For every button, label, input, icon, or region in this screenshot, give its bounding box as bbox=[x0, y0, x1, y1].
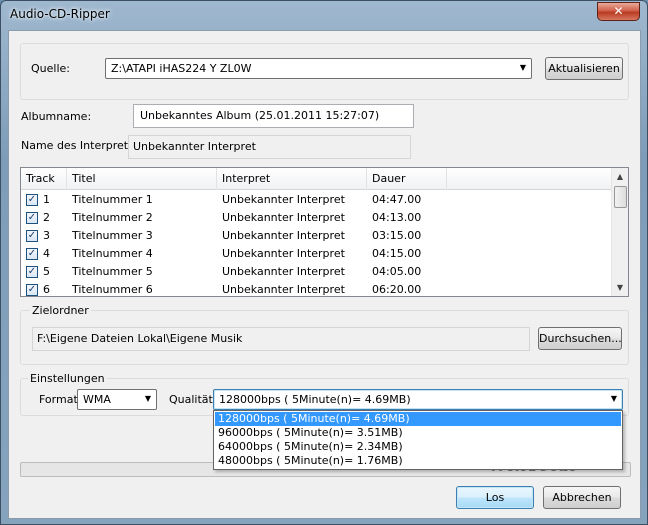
track-duration: 04:13.00 bbox=[372, 211, 422, 224]
chevron-down-icon: ▼ bbox=[610, 394, 617, 403]
quality-option[interactable]: 128000bps ( 5Minute(n)= 4.69MB) bbox=[215, 412, 621, 426]
format-label: Format: bbox=[39, 393, 82, 406]
format-select[interactable]: WMA ▼ bbox=[77, 389, 157, 410]
track-title: Titelnummer 1 bbox=[72, 193, 153, 206]
track-title: Titelnummer 2 bbox=[72, 211, 153, 224]
source-label: Quelle: bbox=[31, 62, 70, 75]
chevron-down-icon: ▼ bbox=[519, 63, 526, 72]
artist-label: Name des Interpreten: bbox=[21, 139, 146, 152]
track-checkbox[interactable]: ✓ bbox=[26, 266, 38, 278]
track-row[interactable]: ✓ 5 Titelnummer 5 Unbekannter Interpret 04:0… bbox=[21, 263, 611, 281]
track-title: Titelnummer 4 bbox=[72, 247, 153, 260]
quality-option[interactable]: 64000bps ( 5Minute(n)= 2.34MB) bbox=[215, 440, 621, 454]
track-duration: 04:15.00 bbox=[372, 247, 422, 260]
track-checkbox[interactable]: ✓ bbox=[26, 194, 38, 206]
quality-options-list[interactable]: 128000bps ( 5Minute(n)= 4.69MB) 96000bps … bbox=[213, 410, 623, 470]
close-button[interactable]: ✕ bbox=[597, 2, 640, 21]
scroll-down-button[interactable]: ▼ bbox=[612, 279, 628, 296]
column-header-duration[interactable]: Dauer bbox=[367, 168, 447, 190]
quality-select[interactable]: 128000bps ( 5Minute(n)= 4.69MB) ▼ bbox=[213, 389, 623, 410]
close-icon: ✕ bbox=[613, 4, 624, 18]
column-header-artist[interactable]: Interpret bbox=[217, 168, 367, 190]
cancel-button[interactable]: Abbrechen bbox=[543, 486, 621, 509]
track-number: 2 bbox=[43, 211, 50, 224]
track-checkbox[interactable]: ✓ bbox=[26, 212, 38, 224]
column-header-track[interactable]: Track bbox=[21, 168, 67, 190]
track-artist: Unbekannter Interpret bbox=[222, 193, 345, 206]
target-folder-field: F:\Eigene Dateien Lokal\Eigene Musik bbox=[32, 327, 530, 351]
quality-option[interactable]: 96000bps ( 5Minute(n)= 3.51MB) bbox=[215, 426, 621, 440]
track-checkbox[interactable]: ✓ bbox=[26, 248, 38, 260]
quality-value: 128000bps ( 5Minute(n)= 4.69MB) bbox=[219, 393, 411, 406]
track-duration: 06:20.00 bbox=[372, 283, 422, 296]
track-title: Titelnummer 5 bbox=[72, 265, 153, 278]
column-header-title[interactable]: Titel bbox=[67, 168, 217, 190]
scroll-thumb[interactable] bbox=[614, 186, 627, 208]
track-number: 3 bbox=[43, 229, 50, 242]
target-folder-label: Zielordner bbox=[30, 304, 91, 317]
window-title: Audio-CD-Ripper bbox=[10, 7, 110, 21]
track-row[interactable]: ✓ 2 Titelnummer 2 Unbekannter Interpret 04:1… bbox=[21, 209, 611, 227]
track-row[interactable]: ✓ 4 Titelnummer 4 Unbekannter Interpret 04:1… bbox=[21, 245, 611, 263]
track-title: Titelnummer 3 bbox=[72, 229, 153, 242]
track-row[interactable]: ✓ 6 Titelnummer 6 Unbekannter Interpret 06:2… bbox=[21, 281, 611, 296]
source-drive-select[interactable]: Z:\ATAPI iHAS224 Y ZL0W ▼ bbox=[105, 58, 532, 79]
ok-button[interactable]: Los bbox=[456, 486, 534, 509]
track-artist: Unbekannter Interpret bbox=[222, 247, 345, 260]
refresh-button[interactable]: Aktualisieren bbox=[545, 57, 623, 80]
album-name-input[interactable]: Unbekanntes Album (25.01.2011 15:27:07) bbox=[133, 104, 414, 128]
track-number: 1 bbox=[43, 193, 50, 206]
settings-label: Einstellungen bbox=[28, 372, 107, 385]
track-duration: 04:05.00 bbox=[372, 265, 422, 278]
track-duration: 04:47.00 bbox=[372, 193, 422, 206]
window: Audio-CD-Ripper ✕ Quelle: Z:\ATAPI iHAS2… bbox=[0, 0, 648, 525]
track-duration: 03:15.00 bbox=[372, 229, 422, 242]
track-checkbox[interactable]: ✓ bbox=[26, 284, 38, 296]
title-bar[interactable]: Audio-CD-Ripper ✕ bbox=[1, 1, 647, 29]
track-list-header: Track Titel Interpret Dauer bbox=[21, 168, 611, 190]
format-value: WMA bbox=[83, 393, 111, 406]
track-row[interactable]: ✓ 1 Titelnummer 1 Unbekannter Interpret 04:4… bbox=[21, 191, 611, 209]
chevron-down-icon: ▼ bbox=[144, 394, 151, 403]
browse-button[interactable]: Durchsuchen... bbox=[538, 327, 622, 350]
track-list[interactable]: Track Titel Interpret Dauer ✓ 1 Titelnumme… bbox=[20, 167, 629, 297]
track-artist: Unbekannter Interpret bbox=[222, 229, 345, 242]
scroll-up-button[interactable]: ▲ bbox=[612, 168, 628, 185]
track-number: 4 bbox=[43, 247, 50, 260]
track-artist: Unbekannter Interpret bbox=[222, 265, 345, 278]
track-title: Titelnummer 6 bbox=[72, 283, 153, 296]
track-checkbox[interactable]: ✓ bbox=[26, 230, 38, 242]
track-list-scrollbar[interactable]: ▲ ▼ bbox=[611, 168, 628, 296]
source-drive-value: Z:\ATAPI iHAS224 Y ZL0W bbox=[111, 62, 252, 75]
quality-label: Qualität: bbox=[169, 393, 217, 406]
album-label: Albumname: bbox=[21, 110, 92, 123]
track-number: 5 bbox=[43, 265, 50, 278]
quality-option[interactable]: 48000bps ( 5Minute(n)= 1.76MB) bbox=[215, 454, 621, 468]
track-artist: Unbekannter Interpret bbox=[222, 283, 345, 296]
artist-name-field: Unbekannter Interpret bbox=[128, 135, 411, 159]
track-artist: Unbekannter Interpret bbox=[222, 211, 345, 224]
track-row[interactable]: ✓ 3 Titelnummer 3 Unbekannter Interpret 03:1… bbox=[21, 227, 611, 245]
dialog-body: Quelle: Z:\ATAPI iHAS224 Y ZL0W ▼ Aktual… bbox=[8, 30, 641, 519]
track-number: 6 bbox=[43, 283, 50, 296]
